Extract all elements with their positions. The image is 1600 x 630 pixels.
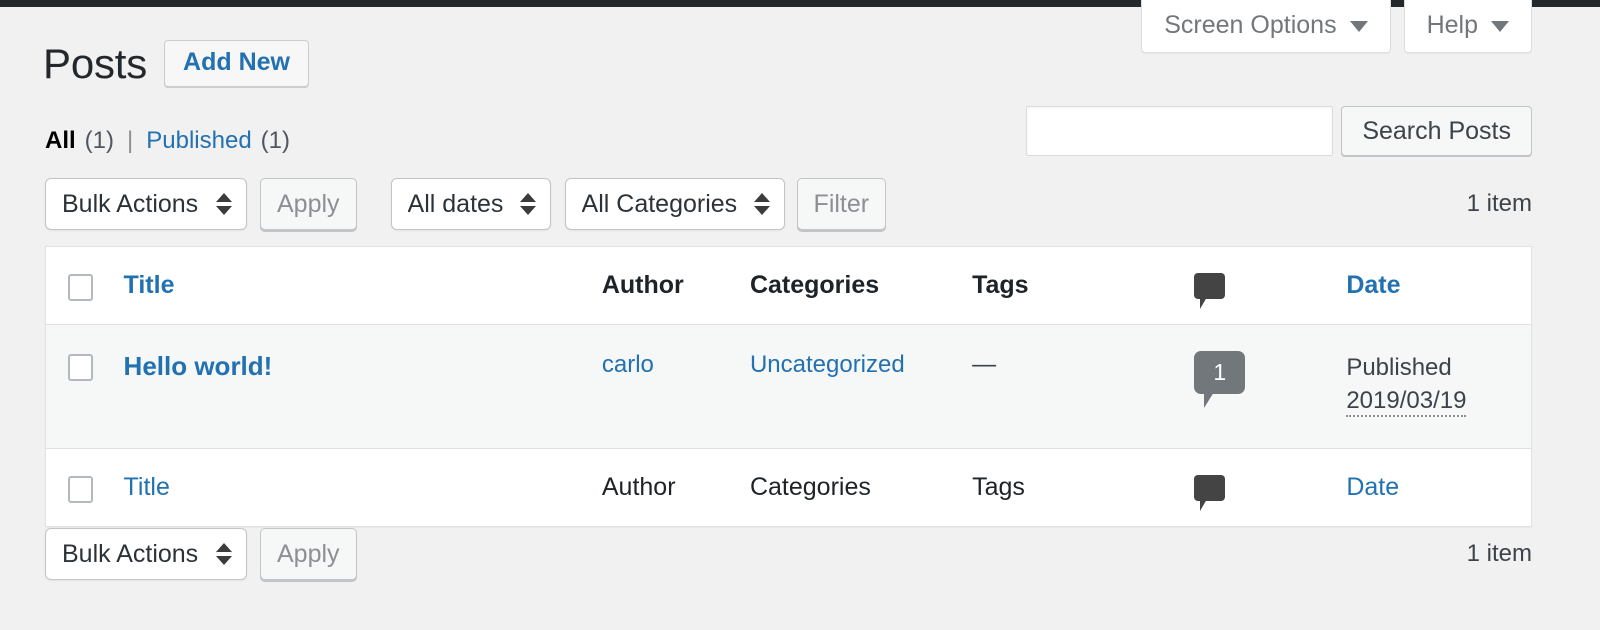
row-checkbox[interactable]	[68, 354, 93, 381]
table-footer-row: Title Author Categories Tags Date	[45, 448, 1532, 527]
screen-options-tab[interactable]: Screen Options	[1141, 0, 1391, 53]
wp-admin-posts-screen: Screen Options Help Posts Add New All (1…	[0, 0, 1600, 630]
sort-date-link-footer[interactable]: Date	[1346, 473, 1399, 501]
sort-date-link[interactable]: Date	[1346, 271, 1400, 299]
view-published-count: (1)	[260, 127, 291, 154]
column-footer-comments[interactable]	[1194, 449, 1346, 527]
displaying-num-bottom: 1 item	[1466, 540, 1532, 567]
chevron-down-icon	[1349, 21, 1368, 32]
column-label-categories: Categories	[749, 271, 880, 299]
column-header-date[interactable]: Date	[1346, 247, 1531, 325]
date-filter-select-wrap: All dates	[390, 178, 551, 230]
apply-button-bottom[interactable]: Apply	[260, 528, 357, 580]
comment-bubble-icon	[1194, 475, 1226, 511]
view-published-link[interactable]: Published	[146, 127, 251, 155]
tablenav-bottom: Bulk Actions Apply 1 item	[45, 528, 1532, 580]
row-title-cell: Hello world!	[124, 325, 602, 449]
comment-count-bubble[interactable]: 1	[1194, 351, 1246, 408]
comment-bubble-icon	[1194, 273, 1226, 309]
screen-options-label: Screen Options	[1164, 11, 1337, 39]
displaying-num-top: 1 item	[1466, 190, 1532, 217]
post-category-link[interactable]: Uncategorized	[750, 351, 905, 378]
apply-button-top[interactable]: Apply	[260, 178, 357, 230]
date-filter-select[interactable]: All dates	[390, 178, 551, 230]
column-header-comments[interactable]	[1194, 247, 1346, 325]
sort-title-link-footer[interactable]: Title	[124, 473, 170, 501]
category-filter-select-wrap: All Categories	[564, 178, 785, 230]
category-filter-select[interactable]: All Categories	[564, 178, 785, 230]
search-input[interactable]	[1026, 106, 1334, 156]
table-foot: Title Author Categories Tags Date	[45, 448, 1532, 527]
column-footer-categories: Categories	[750, 449, 972, 527]
column-footer-author: Author	[602, 449, 750, 527]
bulk-actions-select-bottom[interactable]: Bulk Actions	[45, 528, 247, 580]
column-footer-title[interactable]: Title	[124, 449, 602, 527]
post-date-value: 2019/03/19	[1346, 387, 1467, 418]
search-box: Search Posts	[1026, 106, 1532, 156]
column-footer-date[interactable]: Date	[1346, 449, 1531, 527]
row-tags-cell: —	[972, 325, 1194, 449]
post-date-status: Published	[1346, 354, 1452, 381]
table-row: Hello world! carlo Uncategorized — 1 Pub…	[45, 324, 1532, 449]
help-tab[interactable]: Help	[1403, 0, 1532, 53]
help-label: Help	[1426, 11, 1478, 39]
select-all-footer	[46, 449, 124, 527]
select-all-checkbox-footer[interactable]	[68, 476, 93, 503]
row-date-cell: Published 2019/03/19	[1346, 325, 1531, 449]
post-author-link[interactable]: carlo	[602, 351, 654, 378]
column-label-author-footer: Author	[601, 473, 676, 501]
post-tags-value: —	[972, 351, 997, 378]
post-status-views: All (1) | Published (1)	[45, 127, 290, 155]
sort-title-link[interactable]: Title	[124, 271, 175, 299]
column-label-tags-footer: Tags	[972, 473, 1025, 501]
filter-button[interactable]: Filter	[796, 178, 887, 230]
table-head: Title Author Categories Tags Date	[45, 247, 1532, 325]
post-title-link[interactable]: Hello world!	[124, 351, 273, 381]
posts-list-table: Title Author Categories Tags Date Hello …	[45, 246, 1532, 527]
view-all-link[interactable]: All	[45, 127, 76, 155]
add-new-button[interactable]: Add New	[164, 40, 309, 87]
table-header-row: Title Author Categories Tags Date	[45, 247, 1532, 325]
view-separator: |	[127, 127, 134, 154]
row-comments-cell: 1	[1194, 325, 1346, 449]
chevron-down-icon	[1491, 21, 1509, 32]
page-header: Posts Add New	[43, 40, 309, 87]
column-label-author: Author	[601, 271, 684, 299]
column-header-tags: Tags	[972, 247, 1194, 325]
bulk-actions-select-top[interactable]: Bulk Actions	[45, 178, 247, 230]
column-label-categories-footer: Categories	[749, 473, 871, 501]
column-header-categories: Categories	[750, 247, 972, 325]
row-author-cell: carlo	[602, 325, 750, 449]
view-all-count: (1)	[84, 127, 115, 154]
table-body: Hello world! carlo Uncategorized — 1 Pub…	[45, 324, 1532, 449]
column-label-tags: Tags	[972, 271, 1029, 299]
page-title: Posts	[43, 39, 148, 87]
search-submit-button[interactable]: Search Posts	[1341, 106, 1532, 156]
row-categories-cell: Uncategorized	[750, 325, 972, 449]
column-header-title[interactable]: Title	[124, 247, 602, 325]
column-header-author: Author	[602, 247, 750, 325]
row-select-cell	[46, 325, 124, 449]
bulk-actions-select-top-wrap: Bulk Actions	[45, 178, 247, 230]
screen-meta-links: Screen Options Help	[1141, 0, 1532, 53]
column-footer-tags: Tags	[972, 449, 1194, 527]
bulk-actions-select-bottom-wrap: Bulk Actions	[45, 528, 247, 580]
select-all-checkbox[interactable]	[68, 274, 93, 301]
post-date: Published 2019/03/19	[1346, 351, 1531, 418]
select-all-header	[46, 247, 124, 325]
tablenav-top: Bulk Actions Apply All dates All Categor…	[45, 178, 1532, 230]
